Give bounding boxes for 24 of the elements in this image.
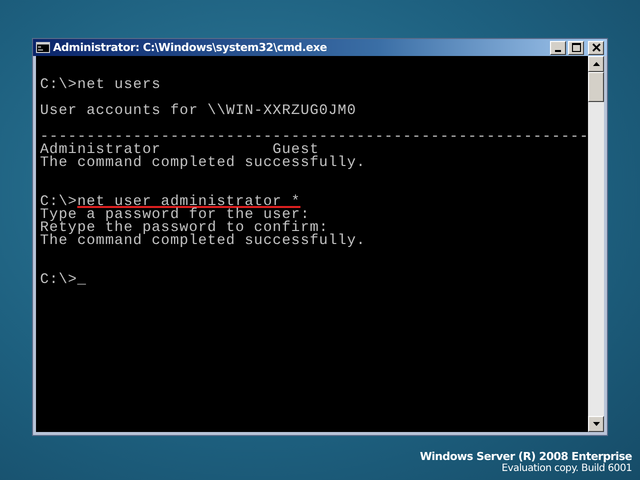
command-prompt: C:\> <box>40 194 78 210</box>
window-title: Administrator: C:\Windows\system32\cmd.exe <box>53 41 327 54</box>
down-arrow-icon <box>592 422 600 426</box>
command-text: _ <box>77 272 87 288</box>
scroll-down-button[interactable] <box>588 416 604 432</box>
scroll-up-button[interactable] <box>588 56 604 72</box>
output-line: The command completed successfully. <box>40 233 366 249</box>
command-prompt: C:\> <box>40 77 78 93</box>
maximize-button[interactable] <box>568 40 584 54</box>
maximize-icon <box>572 43 580 52</box>
close-button[interactable] <box>588 40 604 54</box>
console-icon <box>36 42 50 53</box>
scroll-thumb[interactable] <box>588 72 604 102</box>
output-line: The command completed successfully. <box>40 155 366 171</box>
minimize-icon <box>555 50 561 52</box>
build-label: Evaluation copy. Build 6001 <box>502 463 632 474</box>
minimize-button[interactable] <box>550 40 566 54</box>
up-arrow-icon <box>592 62 600 66</box>
close-icon <box>592 43 600 52</box>
edition-label: Windows Server (R) 2008 Enterprise <box>420 450 632 463</box>
scrollbar[interactable] <box>588 56 604 432</box>
command-text: net users <box>77 77 161 93</box>
output-line: User accounts for \\WIN-XXRZUG0JM0 <box>40 103 356 119</box>
command-prompt: C:\> <box>40 272 78 288</box>
